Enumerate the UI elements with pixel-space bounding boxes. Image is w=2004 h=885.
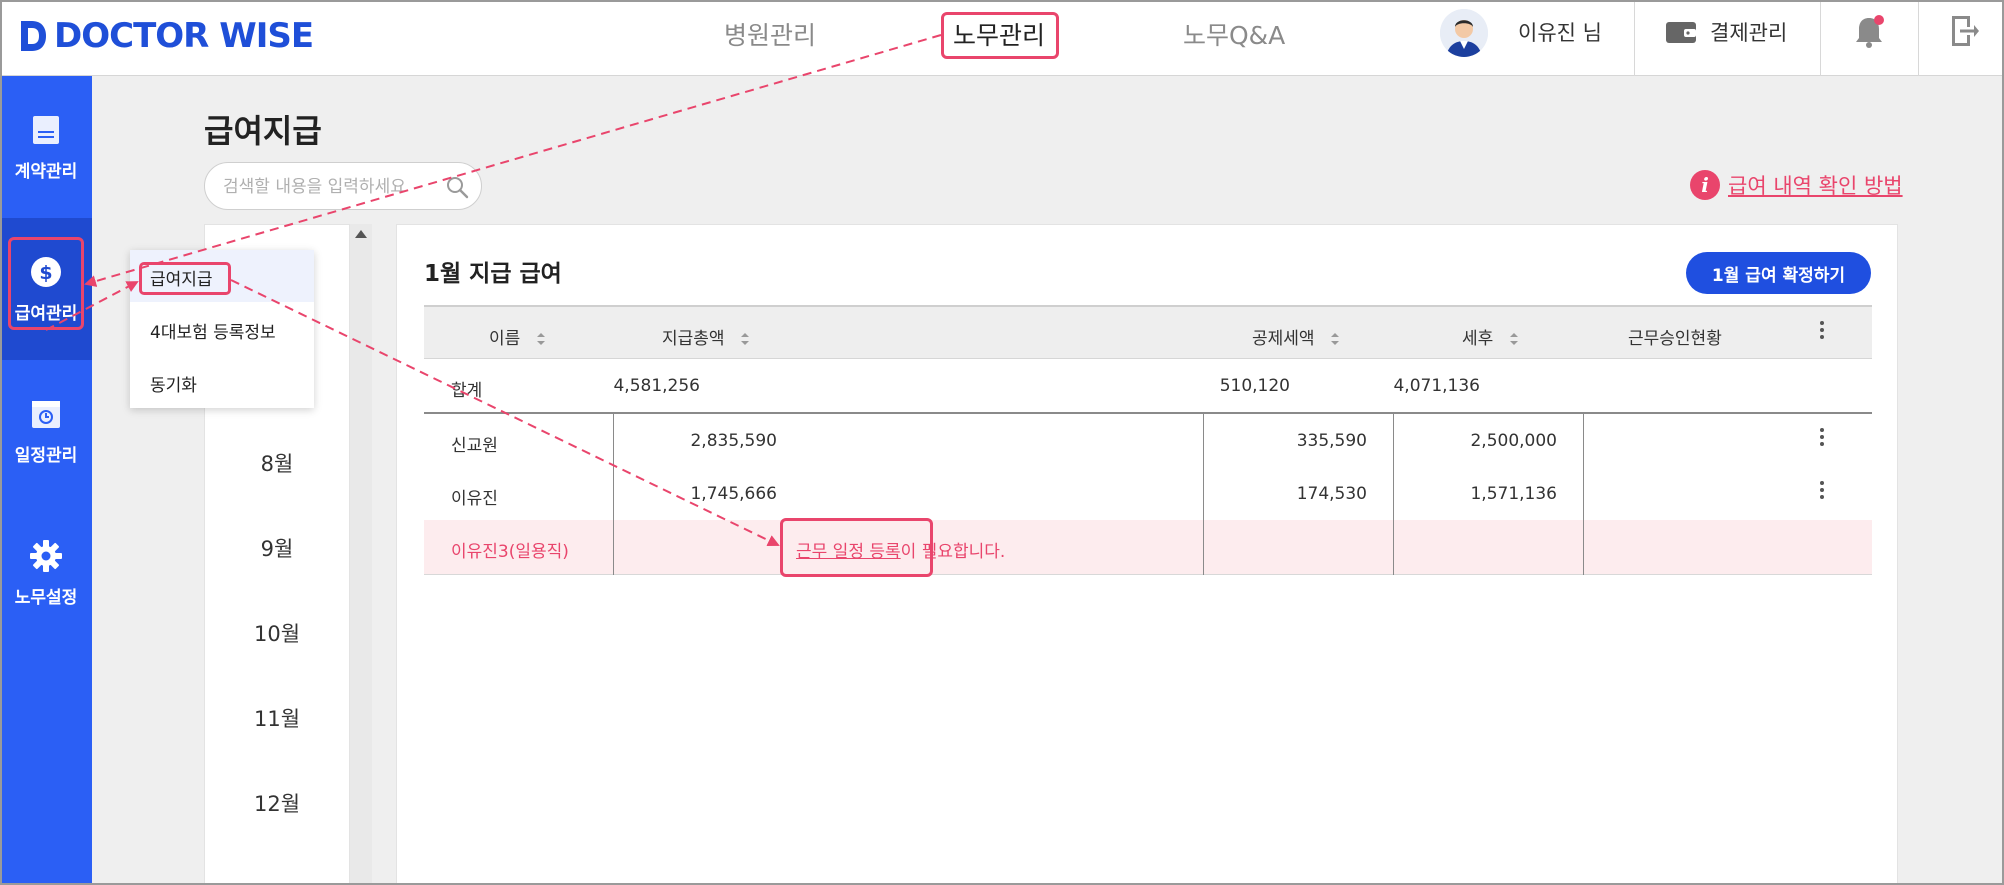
brand-logo[interactable]: DOCTOR WISE: [18, 14, 314, 58]
nav-hospital-management[interactable]: 병원관리: [724, 16, 816, 52]
submenu-item-sync[interactable]: 동기화: [150, 371, 197, 396]
sidebar-item-schedule[interactable]: 일정관리: [0, 360, 92, 502]
search-box: [204, 162, 482, 210]
avatar[interactable]: [1440, 9, 1488, 57]
salary-help-label: 급여 내역 확인 방법: [1728, 174, 1903, 198]
confirm-salary-button[interactable]: 1월 급여 확정하기: [1686, 252, 1871, 294]
employee-gross: 1,745,666: [690, 484, 777, 504]
column-header-tax[interactable]: 공제세액: [1252, 324, 1340, 349]
salary-help-link[interactable]: i 급여 내역 확인 방법: [1690, 170, 1903, 200]
user-name[interactable]: 이유진 님: [1518, 17, 1602, 47]
employee-name: 신교원: [451, 436, 498, 456]
total-tax: 510,120: [1219, 376, 1290, 396]
column-header-label: 이름: [489, 329, 521, 349]
divider: [1634, 0, 1635, 76]
divider: [1820, 0, 1821, 76]
logo-mark-icon: [21, 21, 46, 51]
bell-icon[interactable]: [1852, 14, 1886, 50]
employee-name-daily: 이유진3(일용직): [451, 542, 569, 562]
page-title: 급여지급: [204, 112, 322, 150]
row-options-icon[interactable]: [1818, 426, 1826, 450]
column-header-label: 공제세액: [1252, 329, 1315, 349]
column-divider: [1203, 520, 1204, 575]
employee-tax: 335,590: [1296, 431, 1367, 451]
sidebar-item-labor-settings[interactable]: 노무설정: [0, 502, 92, 644]
column-header-gross[interactable]: 지급총액: [662, 324, 750, 349]
gear-icon: [30, 539, 62, 572]
column-divider: [1583, 520, 1584, 575]
more-options-icon[interactable]: [1818, 319, 1826, 343]
brand-name: DOCTOR WISE: [54, 16, 314, 56]
search-icon[interactable]: [445, 175, 469, 199]
employee-gross: 2,835,590: [690, 431, 777, 451]
sort-icon[interactable]: [1330, 332, 1340, 346]
employee-tax: 174,530: [1296, 484, 1367, 504]
sidebar: 계약관리 $ 급여관리 일정관리 노무설정: [0, 76, 92, 885]
sort-icon[interactable]: [740, 332, 750, 346]
row-options-icon[interactable]: [1818, 479, 1826, 503]
sidebar-highlight-box: [8, 237, 84, 330]
column-header-label: 지급총액: [662, 329, 725, 349]
month-item[interactable]: 9월: [204, 533, 350, 563]
submenu-item-insurance-info[interactable]: 4대보험 등록정보: [150, 318, 276, 343]
top-bar: DOCTOR WISE 병원관리 노무관리 노무Q&A 이유진 님 결제관리: [0, 0, 2004, 76]
calendar-clock-icon: [32, 400, 60, 428]
total-gross: 4,581,256: [613, 376, 700, 396]
wallet-icon: [1666, 22, 1696, 43]
divider: [1918, 0, 1919, 76]
column-divider: [1393, 520, 1394, 575]
month-item[interactable]: 12월: [204, 788, 350, 818]
table-row-warning: [424, 520, 1872, 575]
user-avatar-icon: [1440, 9, 1488, 57]
logout-icon[interactable]: [1948, 13, 1980, 49]
month-list-scrollbar[interactable]: [350, 224, 372, 885]
table-row-total: 합계 4,581,256 510,120 4,071,136: [424, 359, 1872, 414]
total-name: 합계: [451, 381, 483, 401]
payment-management-link[interactable]: 결제관리: [1710, 17, 1787, 47]
sidebar-item-label: 일정관리: [14, 445, 78, 466]
sort-icon[interactable]: [1509, 332, 1519, 346]
employee-name: 이유진: [451, 489, 498, 509]
total-net: 4,071,136: [1393, 376, 1480, 396]
column-divider: [613, 520, 614, 575]
column-header-net[interactable]: 세후: [1462, 324, 1519, 349]
month-item[interactable]: 10월: [204, 618, 350, 648]
sort-icon[interactable]: [536, 332, 546, 346]
column-header-name[interactable]: 이름: [489, 324, 546, 349]
scroll-up-arrow-icon[interactable]: [355, 230, 367, 238]
search-input[interactable]: [223, 173, 433, 201]
employee-net: 1,571,136: [1470, 484, 1557, 504]
submenu-highlight-box: [139, 262, 231, 295]
column-header-label: 세후: [1462, 329, 1494, 349]
info-icon: i: [1690, 170, 1720, 200]
month-item[interactable]: 8월: [204, 448, 350, 478]
month-item[interactable]: 11월: [204, 703, 350, 733]
salary-panel-title: 1월 지급 급여: [424, 261, 562, 287]
employee-net: 2,500,000: [1470, 431, 1557, 451]
column-header-approval: 근무승인현황: [1628, 329, 1722, 349]
nav-labor-qa[interactable]: 노무Q&A: [1183, 16, 1285, 52]
warning-highlight-box: [780, 518, 933, 577]
sidebar-item-label: 계약관리: [14, 161, 78, 182]
sidebar-item-label: 노무설정: [14, 587, 78, 608]
sidebar-item-contract[interactable]: 계약관리: [0, 76, 92, 218]
table-header: 이름 지급총액 공제세액 세후 근무승인현황: [424, 305, 1872, 359]
document-icon: [33, 115, 59, 144]
nav-highlight-box: [941, 12, 1059, 59]
